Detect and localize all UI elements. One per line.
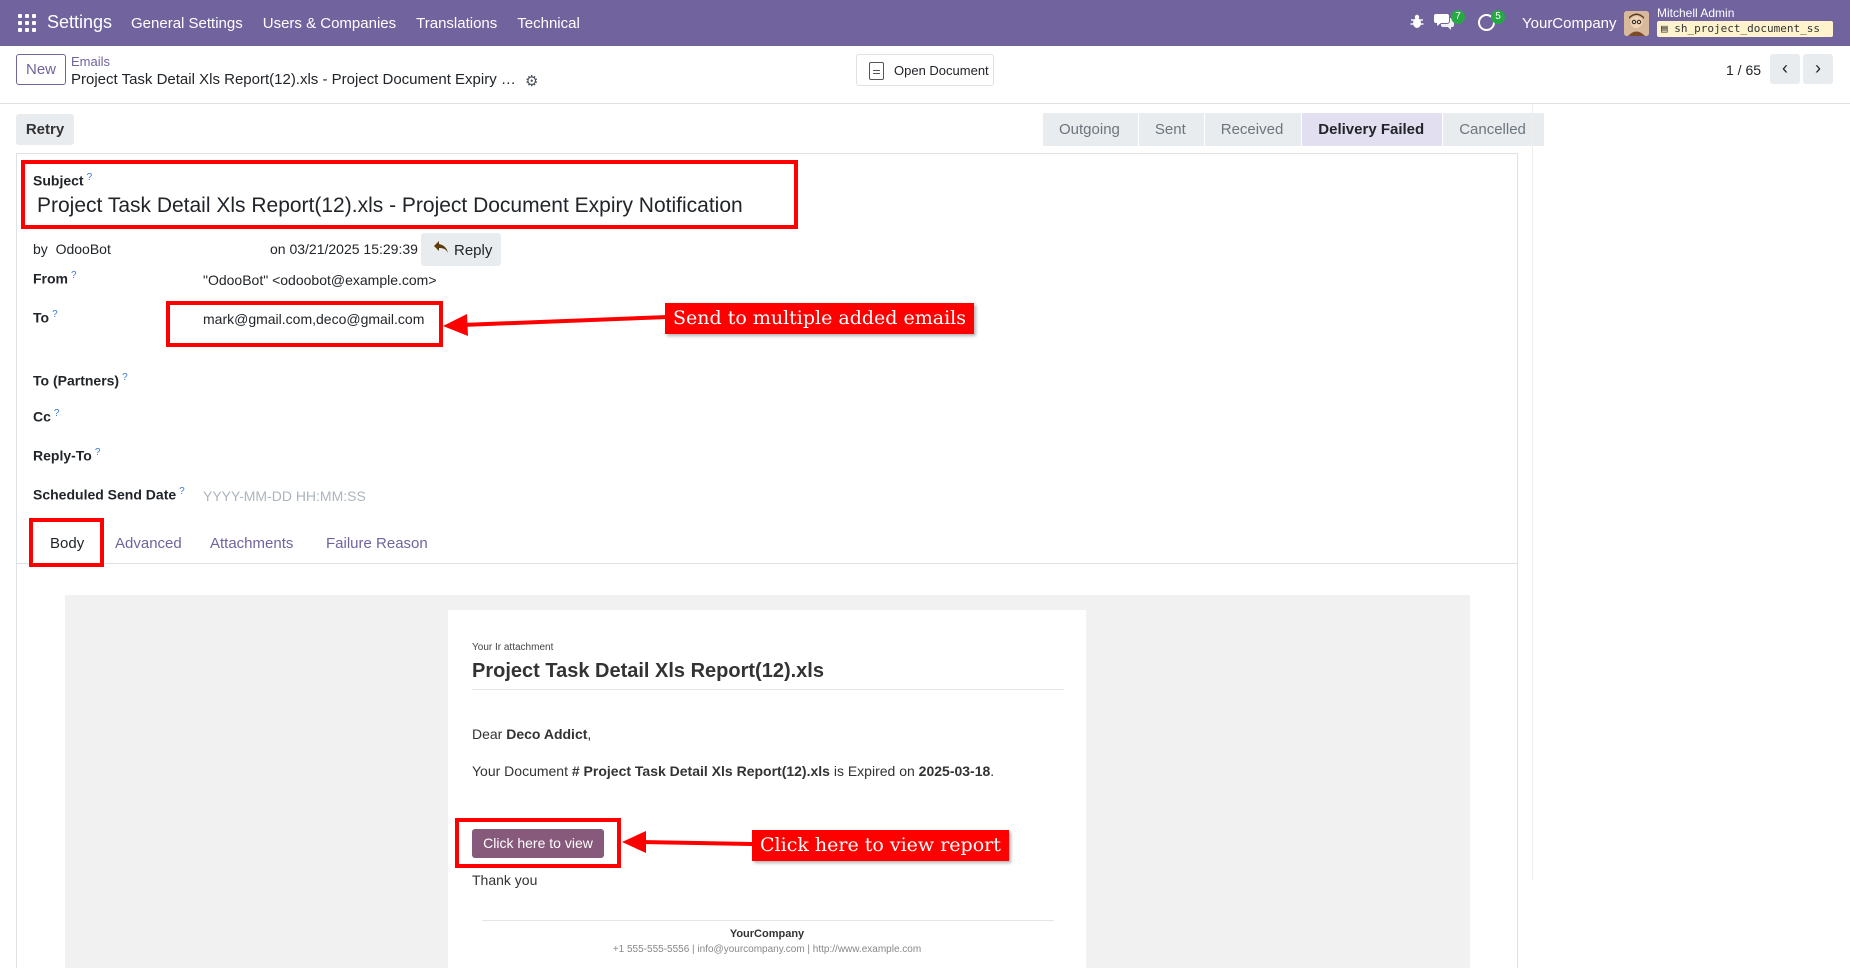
- email-footer-contact: +1 555-555-5556 | info@yourcompany.com |…: [612, 944, 922, 955]
- from-value[interactable]: "OdooBot" <odoobot@example.com>: [203, 272, 437, 288]
- reply-arrow-icon: [433, 240, 449, 258]
- from-label: From?: [33, 270, 77, 287]
- stage-outgoing[interactable]: Outgoing: [1043, 113, 1138, 146]
- menu-technical[interactable]: Technical: [517, 15, 580, 32]
- cc-label: Cc?: [33, 408, 60, 425]
- control-panel: New Emails Project Task Detail Xls Repor…: [0, 46, 1850, 104]
- stage-received[interactable]: Received: [1204, 113, 1302, 146]
- pager-previous-button[interactable]: ‹: [1770, 54, 1800, 84]
- app-grid-icon[interactable]: [18, 14, 36, 32]
- click-here-to-view-button[interactable]: Click here to view: [472, 829, 604, 858]
- status-stages: Outgoing Sent Received Delivery Failed C…: [1043, 113, 1545, 146]
- menu-translations[interactable]: Translations: [416, 15, 497, 32]
- email-header-small: Your Ir attachment: [472, 642, 554, 653]
- notebook-tabs: Body Advanced Attachments Failure Reason: [16, 523, 1518, 564]
- author-line: by OdooBot: [33, 241, 111, 257]
- pager-value[interactable]: 1 / 65: [1726, 62, 1761, 78]
- reply-to-label: Reply-To?: [33, 447, 101, 464]
- activity-count-badge: 5: [1491, 10, 1505, 24]
- database-name: sh_project_document_ss: [1674, 22, 1820, 35]
- chat-count-badge: 7: [1451, 10, 1465, 24]
- menu-users-companies[interactable]: Users & Companies: [263, 15, 396, 32]
- menu-general-settings[interactable]: General Settings: [131, 15, 243, 32]
- chatter-divider: [1532, 104, 1533, 880]
- new-button[interactable]: New: [16, 54, 66, 85]
- open-document-button[interactable]: Open Document: [856, 54, 994, 86]
- scheduled-send-date-label: Scheduled Send Date?: [33, 486, 185, 503]
- email-divider: [472, 689, 1064, 690]
- stage-cancelled[interactable]: Cancelled: [1443, 113, 1544, 146]
- top-navbar: Settings General Settings Users & Compan…: [0, 0, 1850, 46]
- main-menu: General Settings Users & Companies Trans…: [131, 15, 580, 32]
- tab-advanced[interactable]: Advanced: [115, 535, 182, 552]
- author-name: OdooBot: [55, 241, 111, 257]
- help-tooltip[interactable]: ?: [87, 172, 93, 183]
- to-partners-label: To (Partners)?: [33, 372, 128, 389]
- email-footer-divider: [482, 920, 1054, 921]
- view-callout-label: Click here to view report: [752, 830, 1009, 861]
- stage-delivery-failed[interactable]: Delivery Failed: [1302, 113, 1443, 146]
- email-thanks: Thank you: [472, 872, 538, 888]
- open-document-label: Open Document: [894, 63, 989, 78]
- reply-button[interactable]: Reply: [421, 233, 501, 266]
- breadcrumb-current-record: Project Task Detail Xls Report(12).xls -…: [71, 71, 521, 88]
- pager-next-button[interactable]: ›: [1803, 54, 1833, 84]
- database-icon: ▤: [1661, 22, 1668, 35]
- email-greeting: Dear Deco Addict,: [472, 726, 592, 742]
- gear-icon[interactable]: ⚙: [525, 72, 538, 90]
- to-value[interactable]: mark@gmail.com,deco@gmail.com: [203, 311, 424, 327]
- app-brand[interactable]: Settings: [47, 12, 112, 33]
- sent-date: on 03/21/2025 15:29:39: [270, 241, 418, 257]
- email-title: Project Task Detail Xls Report(12).xls: [472, 660, 824, 682]
- debug-bug-icon[interactable]: [1410, 14, 1424, 33]
- tab-failure-reason[interactable]: Failure Reason: [326, 535, 428, 552]
- user-name[interactable]: Mitchell Admin: [1657, 6, 1734, 20]
- email-document-line: Your Document # Project Task Detail Xls …: [472, 763, 995, 779]
- reply-label: Reply: [454, 242, 493, 259]
- to-label: To?: [33, 309, 58, 326]
- user-avatar[interactable]: [1624, 11, 1649, 36]
- subject-label: Subject?: [33, 172, 93, 189]
- scheduled-send-date-input[interactable]: YYYY-MM-DD HH:MM:SS: [203, 488, 366, 504]
- breadcrumb-emails[interactable]: Emails: [71, 54, 110, 69]
- tab-attachments[interactable]: Attachments: [210, 535, 293, 552]
- tab-body[interactable]: Body: [50, 535, 84, 552]
- stage-sent[interactable]: Sent: [1138, 113, 1204, 146]
- document-icon: [869, 62, 884, 80]
- email-footer-company: YourCompany: [729, 928, 805, 940]
- subject-value[interactable]: Project Task Detail Xls Report(12).xls -…: [37, 194, 743, 218]
- database-name-chip: ▤ sh_project_document_ss: [1657, 21, 1833, 37]
- retry-button[interactable]: Retry: [16, 114, 74, 145]
- company-switcher[interactable]: YourCompany: [1522, 15, 1617, 32]
- to-callout-label: Send to multiple added emails: [665, 303, 974, 334]
